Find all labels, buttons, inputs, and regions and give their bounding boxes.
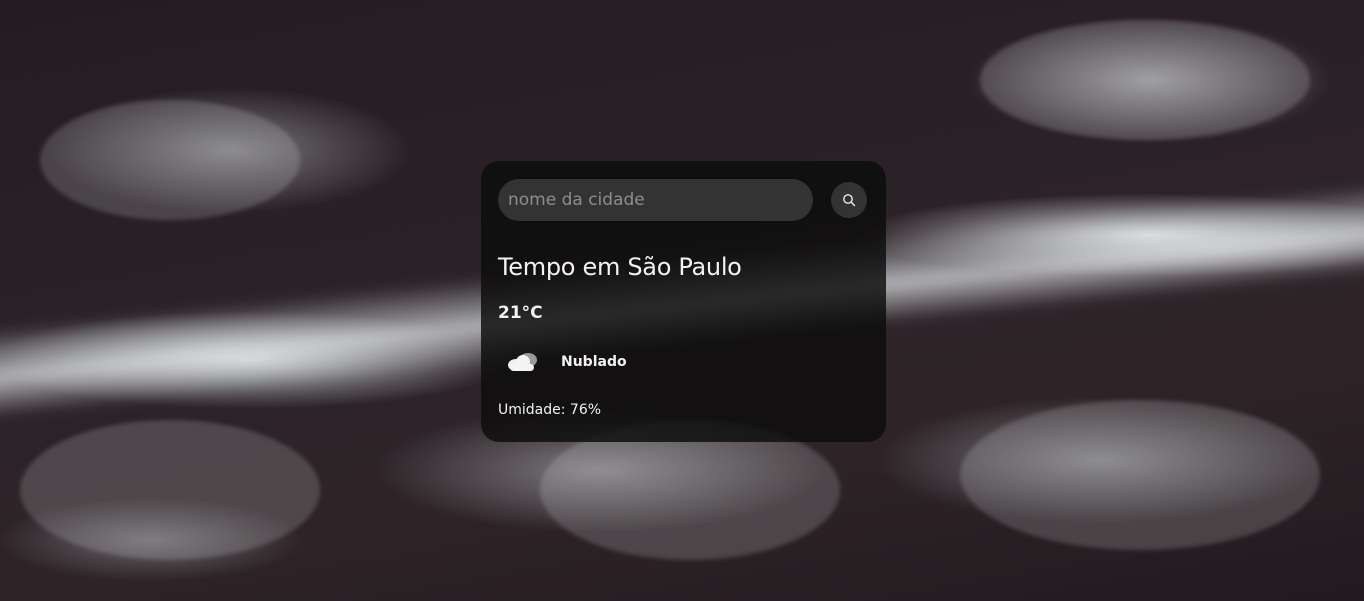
condition-label: Nublado (561, 354, 627, 370)
foam-patch (980, 20, 1310, 140)
foam-patch (960, 400, 1320, 550)
foam-patch (20, 420, 320, 560)
search-bar (498, 179, 869, 221)
temperature-value: 21°C (498, 303, 543, 323)
city-search-input[interactable] (498, 179, 813, 221)
city-weather-title: Tempo em São Paulo (498, 253, 742, 281)
weather-card: Tempo em São Paulo 21°C Nublado Umidade:… (481, 161, 886, 442)
foam-patch (40, 100, 300, 220)
condition-row: Nublado (498, 347, 869, 377)
search-button[interactable] (831, 182, 867, 218)
search-icon (843, 194, 856, 207)
humidity-label: Umidade: 76% (498, 402, 602, 418)
cloud-icon (508, 353, 537, 371)
